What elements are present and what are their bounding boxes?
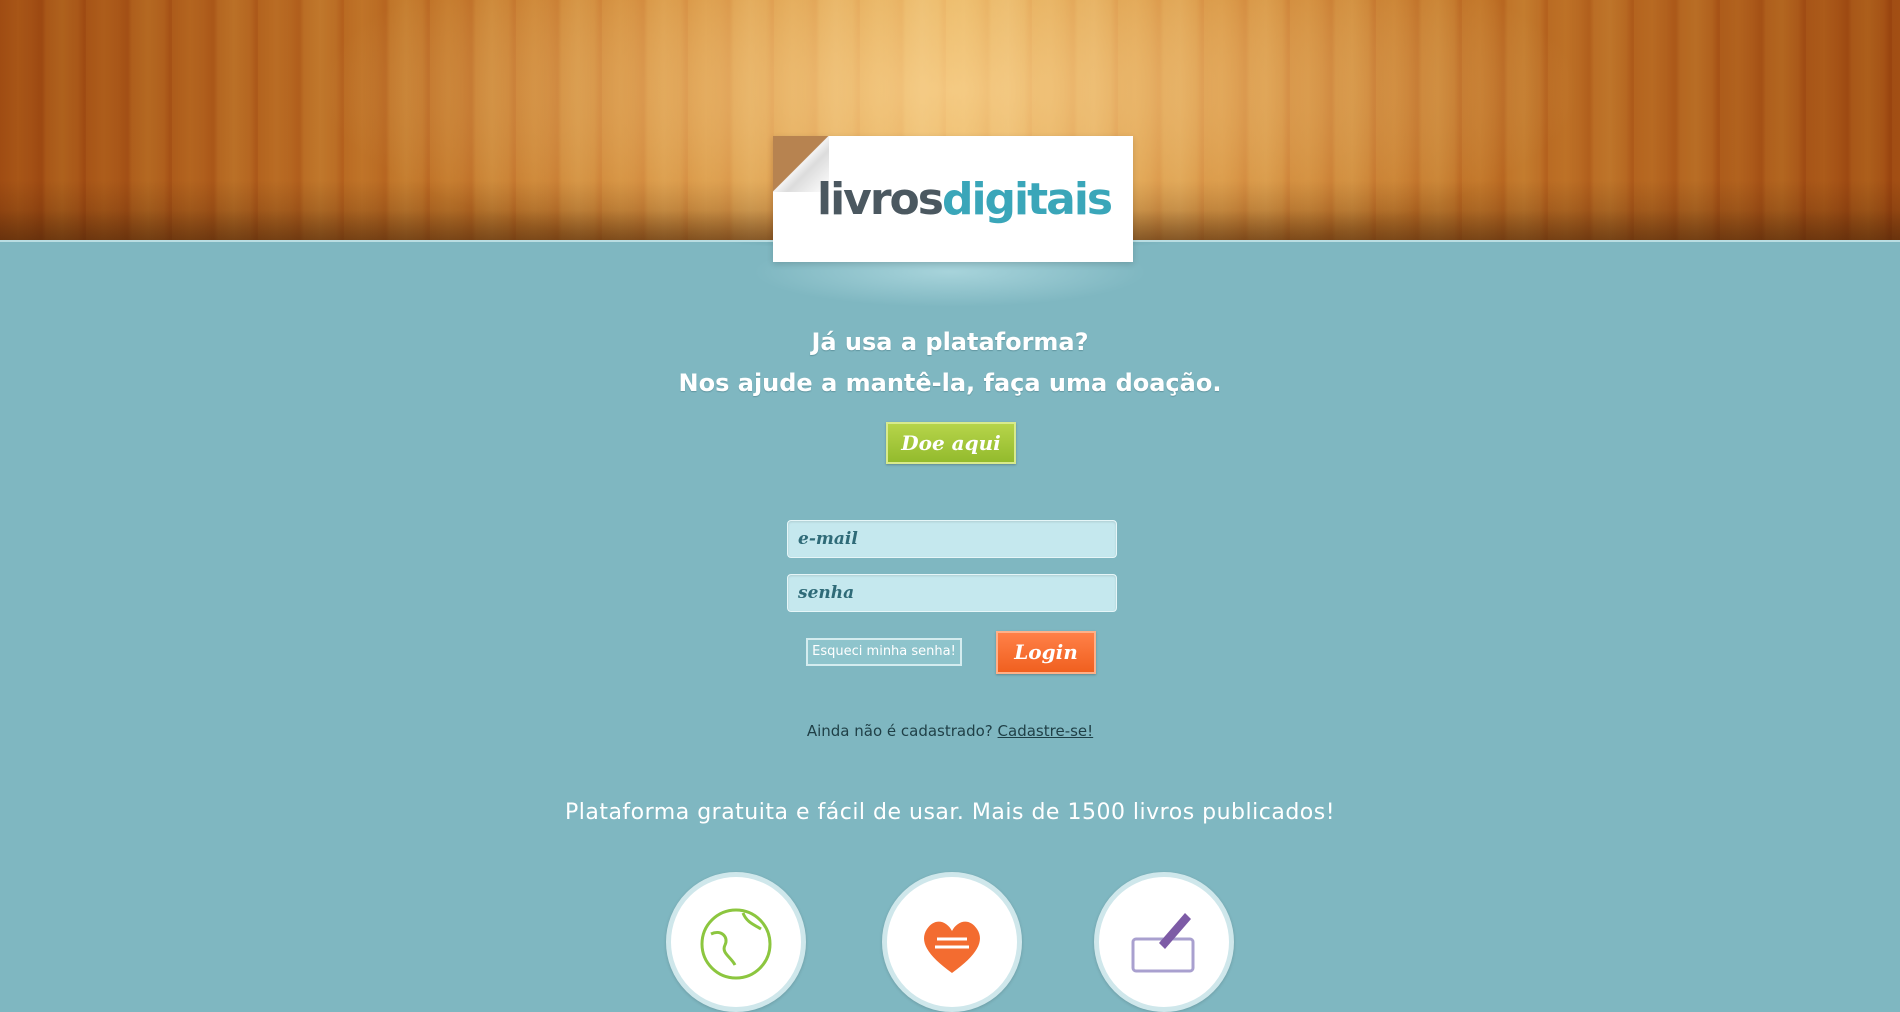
logo-text-digitais: digitais xyxy=(941,174,1113,225)
logo-text-livros: livros xyxy=(817,174,944,225)
donate-button[interactable]: Doe aqui xyxy=(886,422,1016,464)
forgot-password-button[interactable]: Esqueci minha senha! xyxy=(806,638,962,666)
email-input[interactable] xyxy=(787,520,1117,558)
feature-circle-globe xyxy=(666,872,806,1012)
login-button[interactable]: Login xyxy=(996,631,1096,674)
headline-line-1: Já usa a plataforma? xyxy=(811,328,1089,356)
register-prompt: Ainda não é cadastrado? Cadastre-se! xyxy=(650,722,1250,740)
register-prompt-text: Ainda não é cadastrado? xyxy=(806,722,993,740)
feature-circle-pencil xyxy=(1094,872,1234,1012)
site-logo[interactable]: livrosdigitais xyxy=(817,178,1113,222)
pencil-icon xyxy=(1131,913,1195,973)
platform-tagline: Plataforma gratuita e fácil de usar. Mai… xyxy=(564,800,1336,825)
heart-icon xyxy=(924,921,980,973)
donation-headline: Já usa a plataforma? Nos ajude a mantê-l… xyxy=(550,322,1350,404)
register-link[interactable]: Cadastre-se! xyxy=(998,722,1094,740)
logo-paper: livrosdigitais xyxy=(773,136,1133,262)
feature-circle-heart xyxy=(882,872,1022,1012)
headline-line-2: Nos ajude a mantê-la, faça uma doação. xyxy=(678,369,1222,397)
globe-icon xyxy=(700,908,772,980)
password-input[interactable] xyxy=(787,574,1117,612)
